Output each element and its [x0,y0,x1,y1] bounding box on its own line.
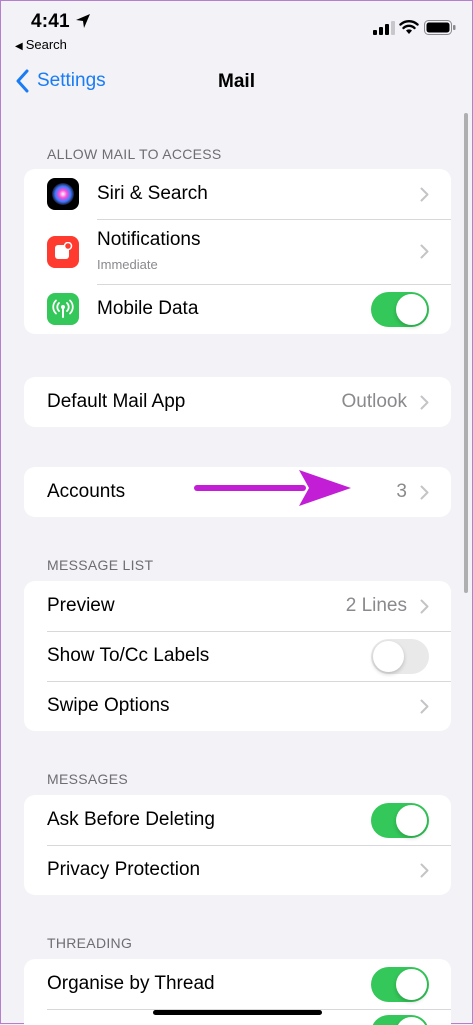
notifications-sublabel: Immediate [97,257,158,272]
preview-value: 2 Lines [345,595,407,616]
ask-before-deleting-toggle[interactable] [371,802,429,838]
section-header-allow-access: ALLOW MAIL TO ACCESS [47,146,222,162]
status-bar: 4:41 ◀ Search [1,1,472,59]
mobile-data-toggle[interactable] [371,291,429,327]
message-list-group: Preview 2 Lines Show To/Cc Labels Swipe … [24,581,451,731]
row-mobile-data: Mobile Data [24,284,451,334]
notifications-icon [47,235,79,268]
back-to-app-link[interactable]: ◀ Search [15,37,67,52]
scrollbar[interactable] [464,113,468,593]
organise-by-thread-label: Organise by Thread [47,973,215,994]
chevron-right-icon [420,187,429,201]
messages-group: Ask Before Deleting Privacy Protection [24,795,451,895]
chevron-right-icon [420,863,429,877]
default-mail-group: Default Mail App Outlook [24,377,451,427]
wifi-icon [399,20,419,34]
row-privacy-protection[interactable]: Privacy Protection [24,845,451,895]
notifications-label: Notifications [97,229,201,250]
status-time: 4:41 [31,11,70,32]
threading-group: Organise by Thread [24,959,451,1025]
siri-icon [47,178,79,210]
allow-access-group: Siri & Search Notifications Immediate Mo… [24,169,451,334]
row-default-mail-app[interactable]: Default Mail App Outlook [24,377,451,427]
swipe-options-label: Swipe Options [47,695,170,716]
row-swipe-options[interactable]: Swipe Options [24,681,451,731]
row-siri-search[interactable]: Siri & Search [24,169,451,219]
row-notifications[interactable]: Notifications Immediate [24,219,451,284]
ask-before-deleting-label: Ask Before Deleting [47,809,215,830]
toggle-knob [396,293,427,325]
row-preview[interactable]: Preview 2 Lines [24,581,451,631]
navigation-bar: Settings Mail [1,59,472,105]
siri-search-label: Siri & Search [97,183,208,204]
back-triangle-icon: ◀ [15,41,23,52]
cellular-signal-icon [373,21,395,35]
back-app-label: Search [25,37,67,52]
home-indicator[interactable] [153,1010,322,1015]
chevron-right-icon [420,599,429,613]
toggle-knob [373,640,404,672]
section-header-threading: THREADING [47,935,133,951]
page-title: Mail [218,71,255,92]
battery-icon [424,20,456,35]
chevron-right-icon [420,699,429,713]
organise-by-thread-toggle[interactable] [371,966,429,1002]
chevron-right-icon [420,395,429,409]
row-show-to-cc-labels: Show To/Cc Labels [24,631,451,681]
location-arrow-icon [76,14,90,28]
mobile-data-label: Mobile Data [97,298,199,319]
annotation-arrow-icon [194,470,351,506]
default-mail-app-label: Default Mail App [47,391,186,412]
toggle-knob [396,804,427,836]
show-to-cc-toggle[interactable] [371,638,429,674]
toggle-knob [396,968,427,1000]
default-mail-app-value: Outlook [341,391,407,412]
preview-label: Preview [47,595,115,616]
row-ask-before-deleting: Ask Before Deleting [24,795,451,845]
show-to-cc-labels-label: Show To/Cc Labels [47,645,210,666]
section-header-message-list: MESSAGE LIST [47,557,154,573]
row-organise-by-thread: Organise by Thread [24,959,451,1009]
section-header-messages: MESSAGES [47,771,128,787]
accounts-count: 3 [396,481,407,502]
accounts-label: Accounts [47,481,126,502]
chevron-right-icon [420,485,429,499]
antenna-icon [47,293,79,325]
chevron-right-icon [420,244,429,259]
privacy-protection-label: Privacy Protection [47,859,201,880]
